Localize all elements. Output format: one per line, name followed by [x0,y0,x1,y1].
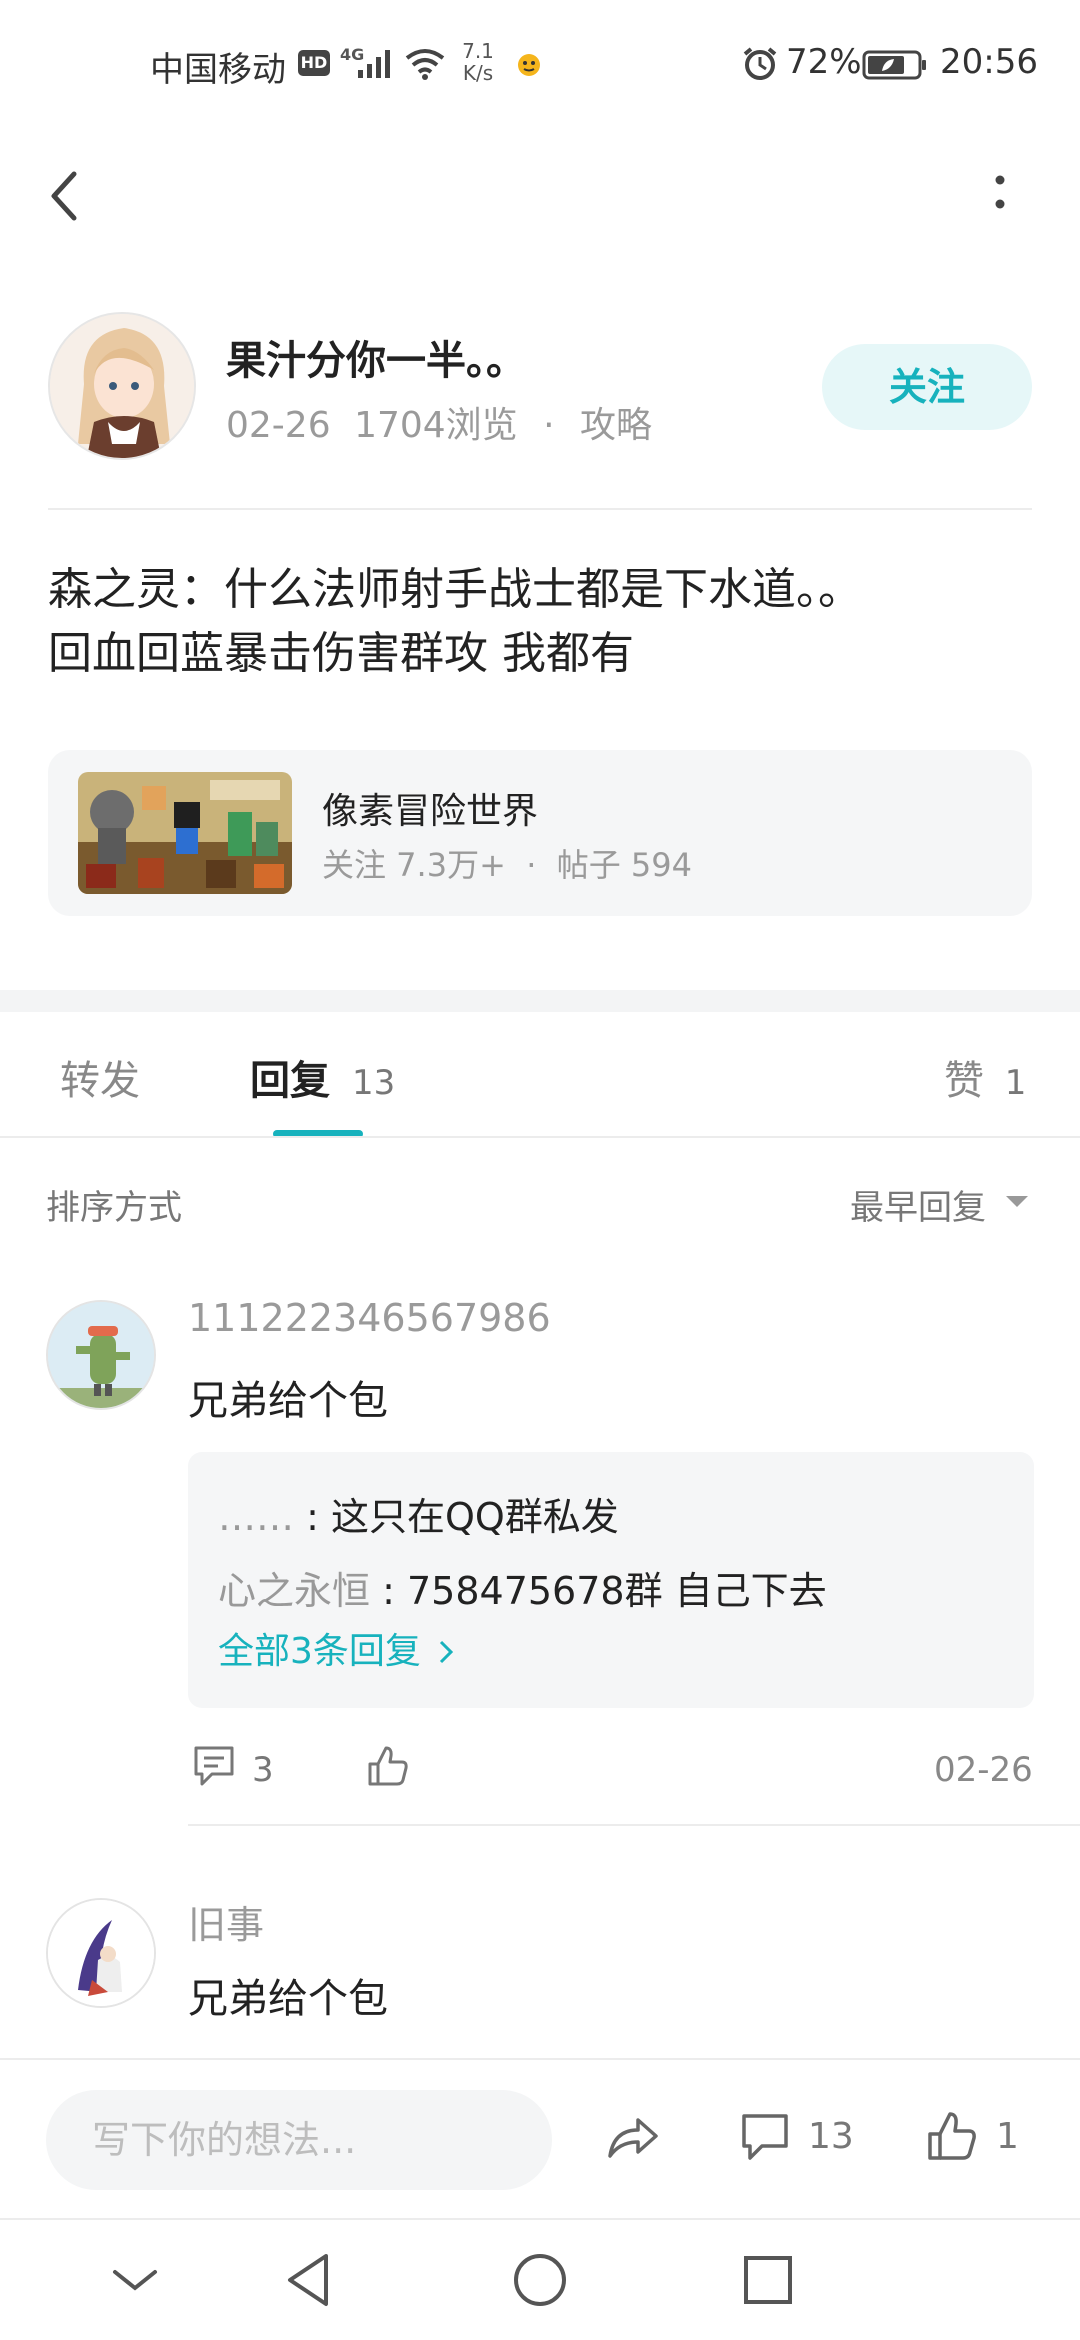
thumbs-up-icon[interactable] [924,2108,980,2164]
sort-label: 排序方式 [46,1188,182,1228]
divider [0,1136,1080,1138]
chevron-right-icon [440,1640,454,1664]
comment-text: 兄弟给个包 [188,1976,388,2022]
pixel-game-thumbnail-image [78,772,292,894]
divider [188,1824,1080,1826]
net-speed: 7.1 K/s [456,40,500,84]
comment-reply-count: 3 [252,1750,274,1790]
chevron-down-icon [113,2270,157,2291]
post-views: 1704浏览 [354,405,518,446]
net-speed-unit: K/s [462,61,494,85]
thumbs-up-icon[interactable] [364,1742,412,1790]
author-name[interactable]: 果汁分你一半。。 [226,328,526,386]
square-recents-icon [744,2256,792,2304]
sub-reply: 心之永恒 : 758475678群 自己下去 [218,1560,827,1615]
forum-stats: 关注 7.3万+ · 帖子 594 [322,846,692,884]
like-count: 1 [996,2116,1019,2157]
carrier-label: 中国移动 [150,50,286,90]
clock: 20:56 [940,42,1038,82]
tab-like-label: 赞 [944,1058,984,1104]
anime-girl-avatar-image [50,314,194,458]
chevron-left-icon [51,171,77,221]
nav-home-button[interactable] [500,2240,580,2320]
comment-icon[interactable] [190,1742,238,1790]
battery-percent: 72% [786,42,862,82]
hide-nav-button[interactable] [95,2240,175,2320]
forum-thumbnail [78,772,292,894]
battery-icon [862,50,926,80]
post-content: 森之灵：什么法师射手战士都是下水道。。 回血回蓝暴击伤害群攻 我都有 [48,558,1038,686]
post-date: 02-26 [226,405,331,446]
wifi-icon [405,49,445,80]
post-content-line: 森之灵：什么法师射手战士都是下水道。。 [48,564,862,615]
comment-avatar[interactable] [46,1300,156,1410]
post-content-line: 回血回蓝暴击伤害群攻 我都有 [48,628,634,679]
meta-separator: · [543,405,555,446]
triangle-back-icon [288,2254,328,2306]
divider [48,508,1032,510]
tab-reply-label: 回复 [250,1058,330,1104]
sub-reply-username[interactable]: 心之永恒 [218,1569,370,1613]
system-navigation-bar [0,2218,1080,2340]
alarm-icon [743,47,777,80]
forum-name: 像素冒险世界 [322,791,539,832]
nav-recents-button[interactable] [728,2240,808,2320]
tab-reply-count: 13 [351,1063,396,1103]
comment-count: 13 [808,2116,854,2157]
sub-replies-box[interactable]: …… : 这只在QQ群私发 心之永恒 : 758475678群 自己下去 全部3… [188,1452,1034,1708]
forum-card[interactable]: 像素冒险世界 关注 7.3万+ · 帖子 594 [48,750,1032,916]
cactus-avatar-image [48,1302,154,1408]
post-category: 攻略 [580,405,653,446]
sub-reply-text: 这只在QQ群私发 [330,1495,619,1539]
author-avatar[interactable] [48,312,196,460]
signal-icon [358,50,390,78]
back-button[interactable] [40,160,90,230]
comment-text: 兄弟给个包 [188,1378,388,1424]
section-separator [0,990,1080,1012]
colon: : [294,1495,331,1539]
tab-reply[interactable]: 回复 13 [250,1048,395,1106]
notification-app-icon [518,54,540,76]
comment-date: 02-26 [934,1750,1033,1790]
follow-button[interactable]: 关注 [822,344,1032,430]
more-button[interactable] [980,160,1020,230]
comment-icon[interactable] [738,2110,792,2164]
comment-avatar[interactable] [46,1898,156,2008]
circle-home-icon [514,2254,566,2306]
view-all-replies-label: 全部3条回复 [218,1631,421,1672]
view-all-replies-link[interactable]: 全部3条回复 [218,1622,456,1674]
bottom-action-bar: 写下你的想法... 13 1 [0,2058,1080,2218]
tab-repost[interactable]: 转发 [60,1048,140,1106]
comment-input[interactable]: 写下你的想法... [46,2090,552,2190]
sort-dropdown[interactable]: 最早回复 [850,1180,986,1229]
caret-down-icon[interactable] [1004,1194,1030,1210]
character-avatar-image [48,1900,154,2006]
colon: : [370,1569,407,1613]
hd-badge: HD [298,50,330,76]
sub-reply: …… : 这只在QQ群私发 [218,1486,619,1541]
comment-username[interactable]: 111222346567986 [188,1296,551,1340]
tab-like-count: 1 [1004,1063,1027,1103]
more-vertical-icon [995,175,1005,209]
net-speed-value: 7.1 [462,39,494,63]
sub-reply-username[interactable]: …… [218,1495,294,1539]
sub-reply-text: 758475678群 自己下去 [406,1569,827,1613]
nav-back-button[interactable] [270,2240,350,2320]
comment-username[interactable]: 旧事 [188,1894,264,1949]
share-icon[interactable] [604,2112,662,2164]
status-bar: 中国移动 HD 4G 7.1 K/s 72% 20:56 [0,0,1080,130]
post-meta: 02-26 1704浏览 · 攻略 [226,396,652,448]
tab-like[interactable]: 赞 1 [944,1048,1026,1106]
